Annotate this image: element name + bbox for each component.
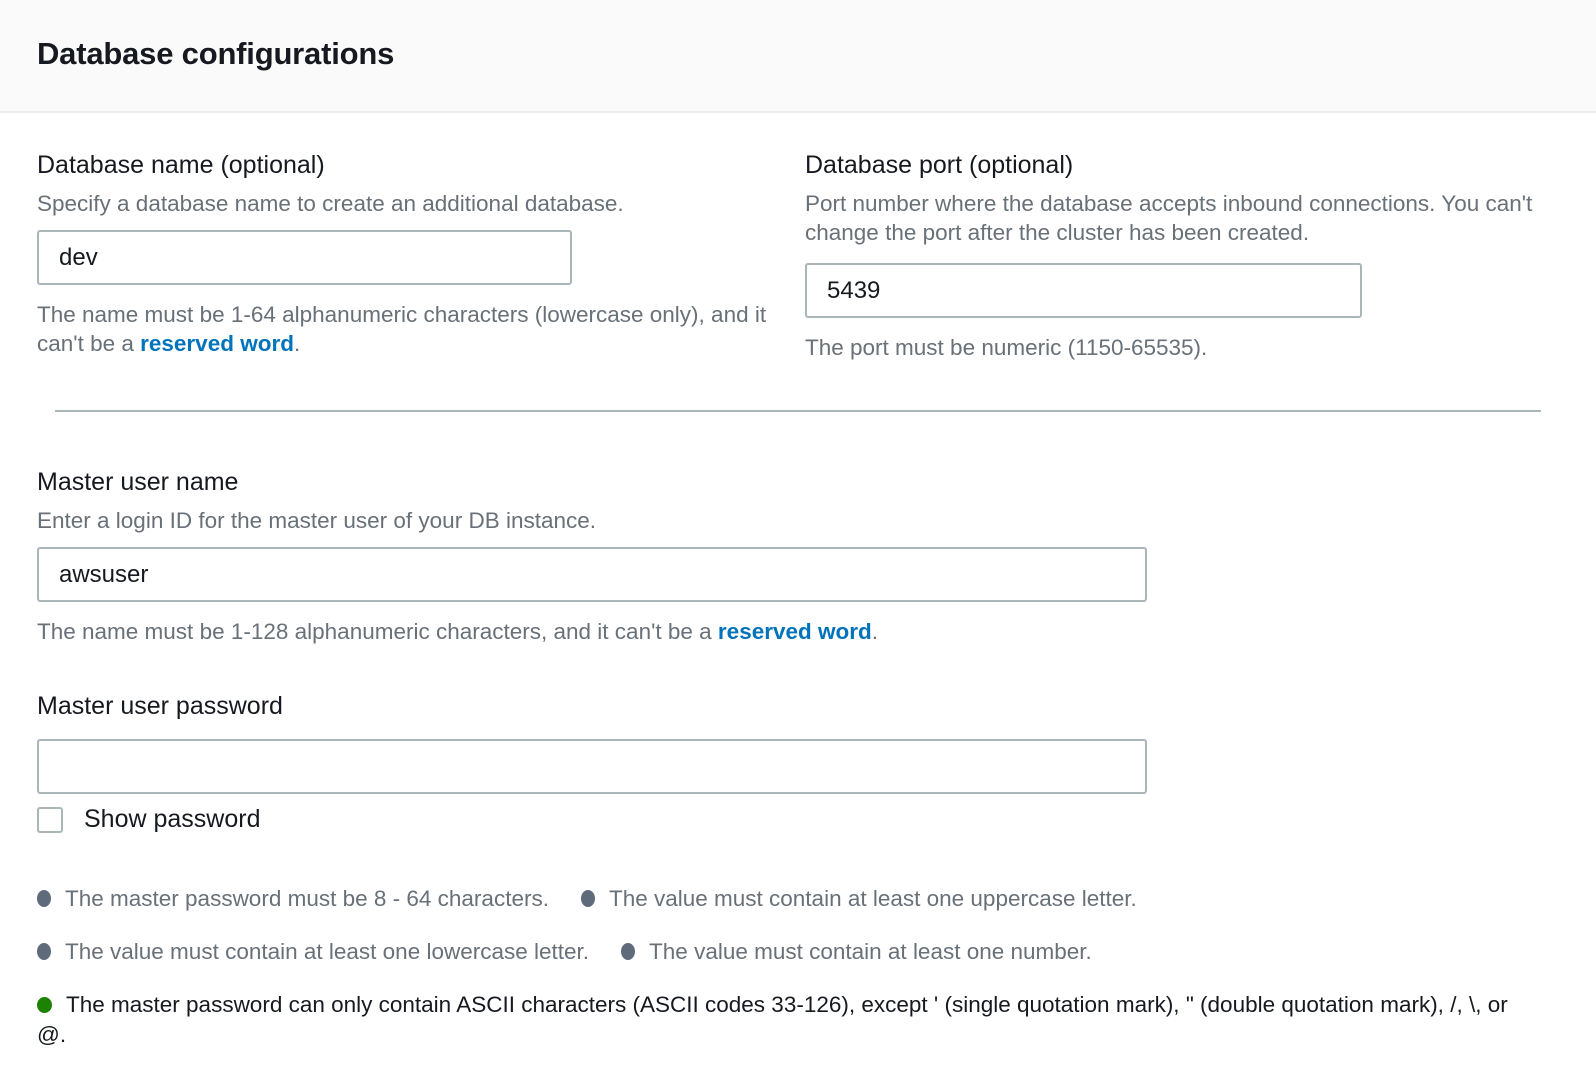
database-port-label: Database port (optional) xyxy=(805,151,1559,180)
name-port-row: Database name (optional) Specify a datab… xyxy=(37,151,1559,362)
requirement-text: The value must contain at least one lowe… xyxy=(65,939,589,964)
requirement-bullet-icon xyxy=(37,943,51,960)
password-requirement: The value must contain at least one numb… xyxy=(621,937,1092,967)
password-requirement: The value must contain at least one lowe… xyxy=(37,937,589,967)
master-user-password-field: Master user password Show password xyxy=(37,692,1559,834)
password-requirement: The master password must be 8 - 64 chara… xyxy=(37,884,549,914)
database-port-constraint: The port must be numeric (1150-65535). xyxy=(805,333,1535,362)
requirement-text: The value must contain at least one numb… xyxy=(649,939,1092,964)
requirement-text: The master password must be 8 - 64 chara… xyxy=(65,886,549,911)
requirement-text: The value must contain at least one uppe… xyxy=(609,886,1137,911)
password-requirement: The master password can only contain ASC… xyxy=(37,990,1517,1050)
master-user-name-input[interactable] xyxy=(37,547,1147,602)
database-port-field: Database port (optional) Port number whe… xyxy=(805,151,1559,362)
requirement-bullet-icon xyxy=(581,890,595,907)
database-name-label: Database name (optional) xyxy=(37,151,772,180)
password-requirement: The value must contain at least one uppe… xyxy=(581,884,1137,914)
master-user-name-field: Master user name Enter a login ID for th… xyxy=(37,468,1559,646)
database-name-field: Database name (optional) Specify a datab… xyxy=(37,151,772,362)
constraint-text: . xyxy=(294,331,300,356)
master-user-name-label: Master user name xyxy=(37,468,1559,497)
section-header: Database configurations xyxy=(0,0,1596,113)
database-name-constraint: The name must be 1-64 alphanumeric chara… xyxy=(37,300,767,358)
requirement-bullet-icon xyxy=(37,890,51,907)
form-body: Database name (optional) Specify a datab… xyxy=(0,113,1596,1050)
database-name-input[interactable] xyxy=(37,230,572,285)
show-password-checkbox[interactable] xyxy=(37,807,63,833)
master-user-password-label: Master user password xyxy=(37,692,1559,721)
reserved-word-link[interactable]: reserved word xyxy=(140,331,294,356)
constraint-text: . xyxy=(872,619,878,644)
master-user-password-input[interactable] xyxy=(37,739,1147,794)
constraint-text: The name must be 1-128 alphanumeric char… xyxy=(37,619,718,644)
database-port-description: Port number where the database accepts i… xyxy=(805,189,1553,247)
show-password-row: Show password xyxy=(37,805,1559,834)
requirement-text: The master password can only contain ASC… xyxy=(37,992,1508,1047)
requirement-bullet-icon xyxy=(621,943,635,960)
reserved-word-link[interactable]: reserved word xyxy=(718,619,872,644)
database-port-input[interactable] xyxy=(805,263,1362,318)
page-title: Database configurations xyxy=(37,36,1559,72)
master-user-name-constraint: The name must be 1-128 alphanumeric char… xyxy=(37,617,1237,646)
requirement-bullet-icon xyxy=(37,997,52,1013)
show-password-label: Show password xyxy=(84,805,260,834)
master-user-name-description: Enter a login ID for the master user of … xyxy=(37,506,1559,535)
password-requirements: The master password must be 8 - 64 chara… xyxy=(37,884,1517,1050)
database-name-description: Specify a database name to create an add… xyxy=(37,189,772,218)
section-divider xyxy=(55,410,1541,412)
